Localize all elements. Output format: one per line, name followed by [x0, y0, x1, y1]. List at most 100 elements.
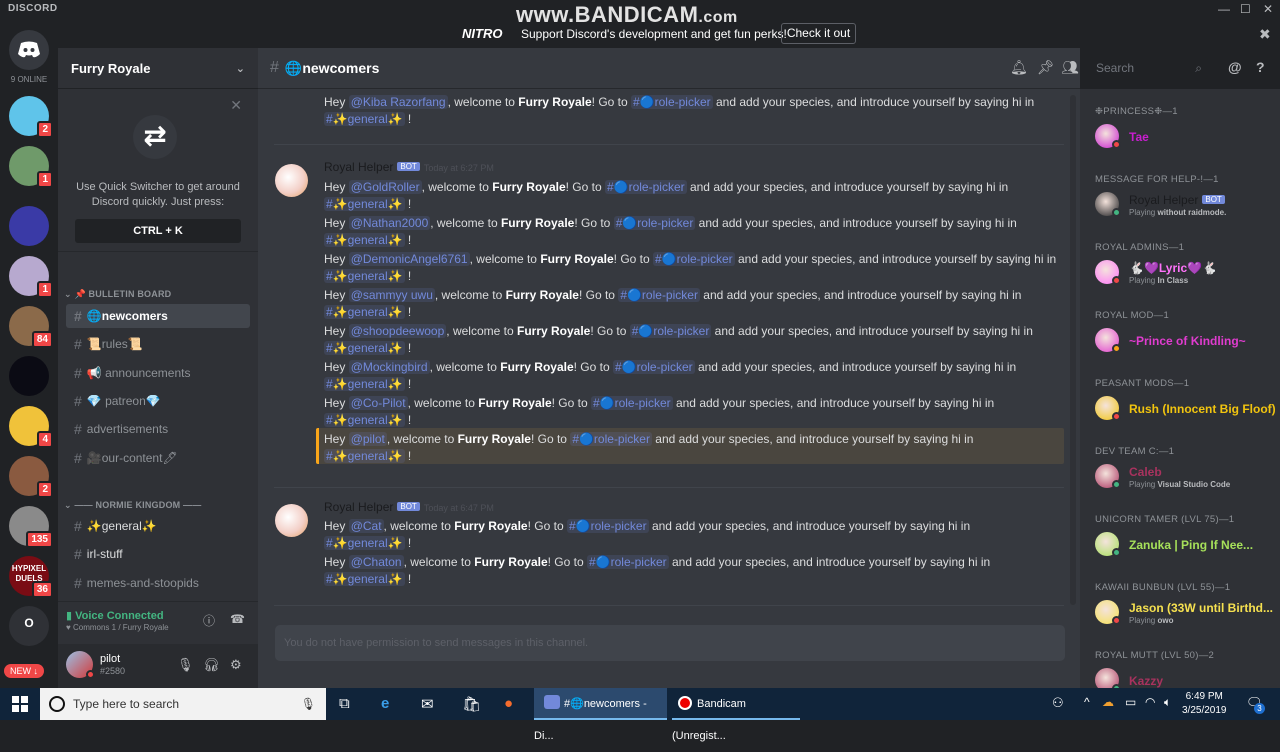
- member-item[interactable]: Royal Helper BOT Playing without raidmode.: [1095, 189, 1275, 221]
- server-icon-map-server[interactable]: 1: [9, 146, 53, 188]
- server-icon-sunglasses-server[interactable]: 2: [9, 456, 53, 498]
- microphone-icon[interactable]: 🎙︎: [301, 688, 316, 720]
- channel-item[interactable]: # advertisements: [66, 417, 250, 441]
- task-view-icon[interactable]: ⧉: [339, 695, 350, 712]
- channel-link-role-picker[interactable]: #🔵role-picker: [629, 324, 712, 338]
- member-item[interactable]: Jason (33W until Birthd... Playing owo: [1095, 597, 1275, 629]
- channel-link-role-picker[interactable]: #🔵role-picker: [653, 252, 735, 266]
- channel-link-role-picker[interactable]: #🔵role-picker: [587, 555, 669, 569]
- channel-link-role-picker[interactable]: #🔵role-picker: [566, 519, 649, 533]
- quick-switcher-shortcut[interactable]: CTRL + K: [75, 219, 241, 243]
- user-mention[interactable]: @GoldRoller: [348, 180, 422, 194]
- action-center-icon[interactable]: 🗨︎ 3: [1246, 695, 1265, 714]
- channel-link-general[interactable]: #✨general✨: [324, 233, 405, 247]
- author-name[interactable]: Royal Helper: [324, 160, 393, 174]
- taskbar-app-discord[interactable]: #🌐newcomers - Di...: [534, 688, 667, 742]
- home-button[interactable]: [9, 30, 49, 70]
- server-icon-bearded-man-server[interactable]: 84: [9, 306, 53, 348]
- close-icon[interactable]: ✕: [230, 97, 242, 114]
- channel-link-general[interactable]: #✨general✨: [324, 572, 405, 586]
- server-icon-hypixel-duels[interactable]: HYPIXEL DUELS 36: [9, 556, 53, 598]
- channel-item[interactable]: # 📢 announcements: [66, 361, 250, 385]
- battery-icon[interactable]: ▭: [1125, 695, 1136, 709]
- edge-icon[interactable]: e: [381, 695, 389, 712]
- settings-gear-icon[interactable]: ⚙: [230, 657, 242, 673]
- bot-avatar[interactable]: [275, 164, 308, 197]
- user-mention[interactable]: @DemonicAngel6761: [348, 252, 470, 266]
- category-normie-kingdom[interactable]: ⌄ —— NORMIE KINGDOM ——: [64, 500, 201, 511]
- channel-link-general[interactable]: #✨general✨: [324, 112, 405, 126]
- member-item[interactable]: Zanuka | Ping If Nee...: [1095, 529, 1275, 561]
- channel-link-role-picker[interactable]: #🔵role-picker: [604, 180, 687, 194]
- bell-icon[interactable]: 🔔︎: [1010, 59, 1028, 76]
- channel-item[interactable]: # memes-and-stoopids: [66, 571, 250, 595]
- channel-item[interactable]: # 💎 patreon💎: [66, 389, 250, 413]
- member-item[interactable]: ~Prince of Kindling~: [1095, 325, 1275, 357]
- user-mention[interactable]: @Cat: [348, 519, 384, 533]
- close-banner-icon[interactable]: ✖: [1259, 26, 1271, 43]
- origin-icon[interactable]: ●: [504, 695, 513, 712]
- member-item[interactable]: Caleb Playing Visual Studio Code: [1095, 461, 1275, 493]
- server-icon-furry-royale[interactable]: [9, 206, 49, 246]
- channel-item[interactable]: # 🎥our-content🖊: [66, 446, 250, 470]
- channel-link-general[interactable]: #✨general✨: [324, 449, 405, 463]
- channel-link-general[interactable]: #✨general✨: [324, 377, 405, 391]
- channel-link-role-picker[interactable]: #🔵role-picker: [590, 396, 673, 410]
- user-mention[interactable]: @Kiba Razorfang: [348, 95, 448, 109]
- member-item[interactable]: Rush (Innocent Big Floof): [1095, 393, 1276, 425]
- channel-item[interactable]: # irl-stuff: [66, 542, 250, 566]
- user-mention[interactable]: @shoopdeewoop: [348, 324, 447, 338]
- volume-icon[interactable]: 🔈︎: [1164, 695, 1171, 710]
- help-icon[interactable]: ?: [1256, 59, 1265, 75]
- mentions-icon[interactable]: @: [1228, 59, 1242, 75]
- member-item[interactable]: Tae: [1095, 121, 1275, 153]
- new-messages-pill[interactable]: NEW ↓: [4, 664, 44, 678]
- windows-start-button[interactable]: [0, 688, 40, 720]
- taskbar-clock[interactable]: 6:49 PM 3/25/2019: [1182, 690, 1227, 718]
- close-window-icon[interactable]: ✕: [1263, 2, 1273, 16]
- channel-link-role-picker[interactable]: #🔵role-picker: [612, 360, 695, 374]
- channel-item[interactable]: # 📜rules📜: [66, 332, 250, 356]
- server-icon-knight-server[interactable]: 135: [9, 506, 53, 548]
- server-icon-anime-server[interactable]: 1: [9, 256, 53, 298]
- author-name[interactable]: Royal Helper: [324, 500, 393, 514]
- channel-item[interactable]: # ✨general✨: [66, 514, 250, 538]
- channel-link-role-picker[interactable]: #🔵role-picker: [618, 288, 700, 302]
- headphones-icon[interactable]: 🎧︎: [203, 657, 220, 673]
- server-icon-dark-server[interactable]: [9, 356, 49, 396]
- channel-link-role-picker[interactable]: #🔵role-picker: [570, 432, 652, 446]
- guild-header[interactable]: Furry Royale ⌄: [58, 48, 258, 89]
- bot-avatar[interactable]: [275, 504, 308, 537]
- taskbar-app-bandicam[interactable]: Bandicam (Unregist...: [672, 688, 800, 742]
- search-input[interactable]: Search ⌕: [1090, 57, 1208, 79]
- people-icon[interactable]: ⚇: [1052, 695, 1064, 711]
- chat-scrollbar[interactable]: [1070, 95, 1076, 605]
- disconnect-icon[interactable]: ☎: [230, 612, 245, 626]
- user-mention[interactable]: @Chaton: [348, 555, 404, 569]
- channel-link-general[interactable]: #✨general✨: [324, 413, 405, 427]
- members-icon[interactable]: 👥︎: [1061, 59, 1079, 76]
- server-icon-cartoon-server[interactable]: 4: [9, 406, 53, 448]
- microphone-icon[interactable]: 🎙︎: [177, 657, 194, 673]
- check-it-out-button[interactable]: Check it out: [781, 23, 856, 44]
- user-mention[interactable]: @Co-Pilot: [348, 396, 408, 410]
- minimize-icon[interactable]: —: [1218, 2, 1230, 16]
- user-mention[interactable]: @pilot: [348, 432, 387, 446]
- mail-icon[interactable]: ✉: [421, 695, 434, 713]
- onedrive-warning-icon[interactable]: ☁: [1102, 695, 1114, 709]
- channel-link-general[interactable]: #✨general✨: [324, 269, 405, 283]
- taskbar-search-input[interactable]: Type here to search 🎙︎: [40, 688, 326, 720]
- server-icon-blue-face-server[interactable]: 2: [9, 96, 53, 138]
- member-item[interactable]: Kazzy: [1095, 665, 1275, 688]
- channel-link-general[interactable]: #✨general✨: [324, 305, 405, 319]
- server-icon-o-server[interactable]: O: [9, 606, 49, 646]
- user-mention[interactable]: @Mockingbird: [348, 360, 430, 374]
- wifi-icon[interactable]: ◠: [1145, 695, 1155, 709]
- maximize-icon[interactable]: ☐: [1240, 2, 1251, 16]
- category-bulletin-board[interactable]: ⌄ 📌 BULLETIN BOARD: [64, 289, 171, 300]
- channel-link-role-picker[interactable]: #🔵role-picker: [631, 95, 713, 109]
- channel-link-general[interactable]: #✨general✨: [324, 536, 405, 550]
- channel-link-general[interactable]: #✨general✨: [324, 197, 405, 211]
- pin-icon[interactable]: 📌︎: [1037, 59, 1055, 76]
- channel-link-general[interactable]: #✨general✨: [324, 341, 405, 355]
